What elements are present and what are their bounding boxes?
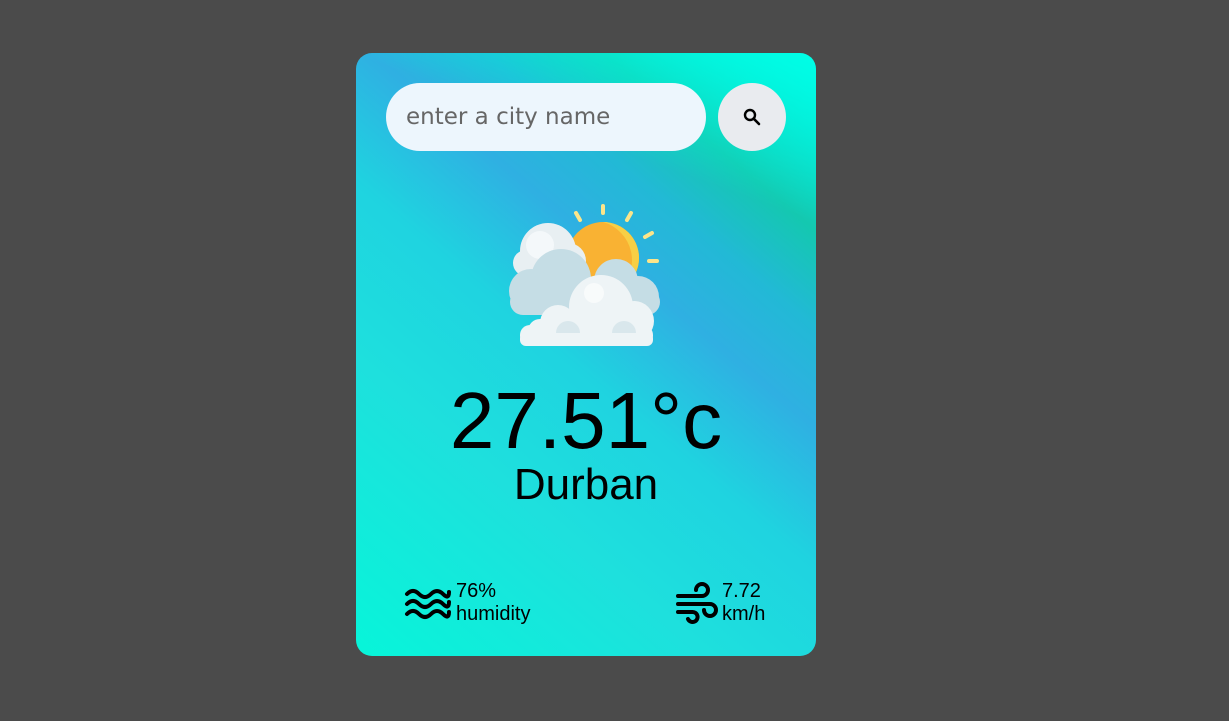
search-bar bbox=[386, 83, 786, 151]
search-input[interactable] bbox=[386, 83, 706, 151]
city-name: Durban bbox=[513, 460, 659, 509]
temperature: 27.51°c bbox=[449, 376, 723, 465]
wind-speed-unit: km/h bbox=[722, 603, 766, 625]
weather-card: 27.51°c Durban 76% humidity 7.72 km/h bbox=[356, 53, 816, 656]
humidity-label: humidity bbox=[456, 603, 531, 625]
wind-stat: 7.72 km/h bbox=[676, 580, 765, 626]
humidity-waves-icon bbox=[405, 589, 451, 619]
search-icon bbox=[743, 108, 761, 126]
wind-icon bbox=[676, 582, 718, 624]
search-button[interactable] bbox=[718, 83, 786, 151]
wind-speed-value: 7.72 bbox=[722, 580, 761, 602]
humidity-stat: 76% humidity bbox=[404, 580, 530, 626]
partly-cloudy-icon bbox=[509, 204, 660, 346]
humidity-value: 76% bbox=[456, 580, 497, 602]
